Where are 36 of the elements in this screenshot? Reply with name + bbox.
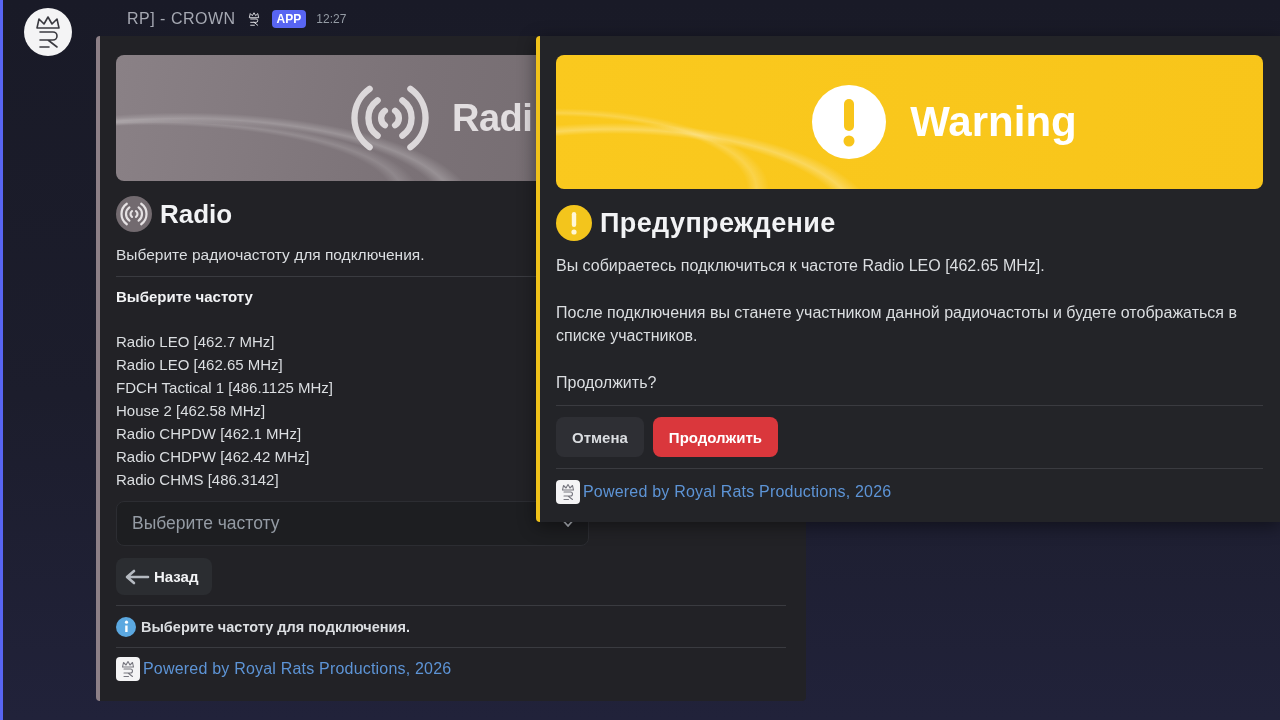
chevron-down-icon	[563, 520, 573, 528]
info-text: Выберите частоту для подключения.	[141, 618, 410, 637]
timestamp: 12:27	[316, 12, 347, 26]
continue-button[interactable]: Продолжить	[652, 417, 779, 457]
frequency-item: FDCH Tactical 1 [486.1125 MHz]	[116, 378, 334, 398]
crown-avatar-icon[interactable]	[24, 8, 72, 56]
warning-icon	[556, 205, 592, 241]
author-name[interactable]: RP] - CROWN	[127, 10, 236, 28]
banner-title: Warning	[910, 98, 1077, 146]
back-button[interactable]: Назад	[116, 558, 213, 595]
frequency-item: Radio LEO [462.65 MHz]	[116, 355, 283, 375]
info-icon	[116, 617, 136, 637]
app-badge: APP	[271, 10, 307, 28]
list-heading: Выберите частоту	[116, 287, 253, 307]
dialog-text: После подключения вы станете участником данной радиочастоты и будете отображаться в списке участников.	[556, 302, 1238, 346]
footer-link[interactable]: Powered by Royal Rats Productions, 2026	[583, 483, 892, 501]
frequency-item: Radio CHPDW [462.1 MHz]	[116, 424, 302, 444]
frequency-item: House 2 [462.58 MHz]	[116, 401, 266, 421]
embed-title: Radio	[160, 198, 233, 230]
radio-waves-icon	[116, 196, 152, 232]
embed-description: Выберите радиочастоту для подключения.	[116, 245, 425, 265]
footer-link[interactable]: Powered by Royal Rats Productions, 2026	[143, 660, 452, 678]
dialog-text: Продолжить?	[556, 372, 658, 393]
banner-title: Radi	[452, 96, 533, 140]
cancel-button[interactable]: Отмена	[556, 417, 644, 457]
dialog-text: Вы собираетесь подключиться к частоте Radio LEO [462.65 MHz].	[556, 256, 1046, 276]
exclamation-icon	[812, 85, 887, 159]
frequency-item: Radio CHMS [486.3142]	[116, 470, 279, 490]
frequency-item: Radio LEO [462.7 MHz]	[116, 332, 275, 352]
select-field[interactable]: Выберите частоту	[116, 501, 589, 546]
radio-waves-icon	[350, 85, 430, 151]
arrow-left-icon	[124, 568, 150, 585]
crown-logo-icon	[556, 480, 580, 504]
crown-logo-icon	[116, 657, 140, 681]
frequency-item: Radio CHDPW [462.42 MHz]	[116, 447, 310, 467]
dialog-title: Предупреждение	[600, 207, 836, 239]
